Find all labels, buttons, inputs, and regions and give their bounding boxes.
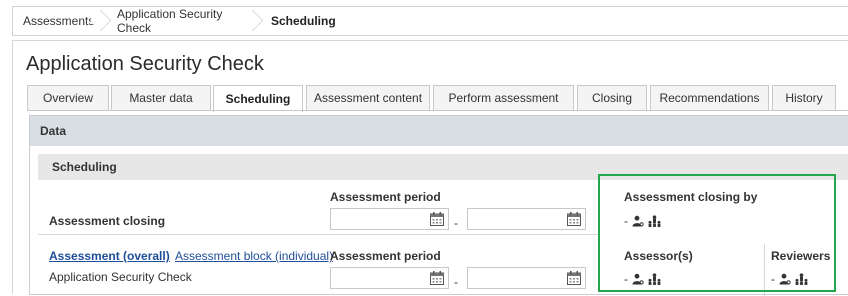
tab-divider — [27, 110, 848, 111]
closing-by-value: - — [624, 214, 661, 228]
person-search-icon[interactable] — [632, 273, 644, 285]
breadcrumb-item-application-security-check[interactable]: Application Security Check — [101, 7, 253, 35]
data-section: Data Scheduling Assessment period Assess… — [29, 115, 848, 296]
reviewers-value: - — [771, 272, 808, 286]
breadcrumb-item-assessments[interactable]: Assessments — [13, 7, 101, 35]
breadcrumb: Assessments Application Security Check S… — [12, 6, 848, 36]
data-section-header: Data — [30, 116, 848, 146]
assessment-overall-link[interactable]: Assessment (overall) — [49, 249, 170, 263]
assessment-closing-by-label: Assessment closing by — [624, 190, 758, 204]
assessment-block-individual-link[interactable]: Assessment block (individual) — [175, 249, 333, 263]
reviewers-dash: - — [771, 272, 775, 286]
person-search-icon[interactable] — [779, 273, 791, 285]
tab-closing[interactable]: Closing — [577, 85, 647, 110]
main-panel: Application Security Check Overview Mast… — [12, 40, 848, 296]
calendar-icon[interactable] — [567, 271, 581, 285]
org-chart-icon[interactable] — [795, 273, 808, 285]
tab-overview[interactable]: Overview — [27, 85, 109, 110]
reviewers-label: Reviewers — [771, 249, 831, 263]
assessment-period-label-2: Assessment period — [330, 249, 441, 263]
date-separator-2: - — [454, 275, 458, 289]
tab-master-data[interactable]: Master data — [111, 85, 211, 110]
closing-by-dash: - — [624, 214, 628, 228]
assessors-label: Assessor(s) — [624, 249, 693, 263]
calendar-icon[interactable] — [430, 212, 444, 226]
assessment-name: Application Security Check — [49, 270, 192, 284]
tab-history[interactable]: History — [772, 85, 836, 110]
breadcrumb-item-scheduling: Scheduling — [271, 14, 336, 28]
assessment-period-label: Assessment period — [330, 190, 441, 204]
org-chart-icon[interactable] — [648, 273, 661, 285]
closing-period-from-input[interactable] — [330, 208, 449, 230]
calendar-icon[interactable] — [567, 212, 581, 226]
assessors-dash: - — [624, 272, 628, 286]
person-search-icon[interactable] — [632, 215, 644, 227]
calendar-icon[interactable] — [430, 271, 444, 285]
closing-period-to-input[interactable] — [467, 208, 586, 230]
tab-assessment-content[interactable]: Assessment content — [306, 85, 430, 110]
assessors-value: - — [624, 272, 661, 286]
org-chart-icon[interactable] — [648, 215, 661, 227]
tab-perform-assessment[interactable]: Perform assessment — [433, 85, 574, 110]
tab-scheduling[interactable]: Scheduling — [213, 85, 303, 112]
tab-recommendations[interactable]: Recommendations — [650, 85, 769, 110]
page-title: Application Security Check — [26, 53, 264, 75]
assessment-closing-label: Assessment closing — [49, 214, 166, 228]
overall-period-to-input[interactable] — [467, 267, 586, 289]
date-separator: - — [454, 216, 458, 230]
row-divider — [38, 234, 598, 235]
scheduling-header: Scheduling — [38, 154, 848, 180]
column-divider — [764, 244, 765, 296]
overall-period-from-input[interactable] — [330, 267, 449, 289]
